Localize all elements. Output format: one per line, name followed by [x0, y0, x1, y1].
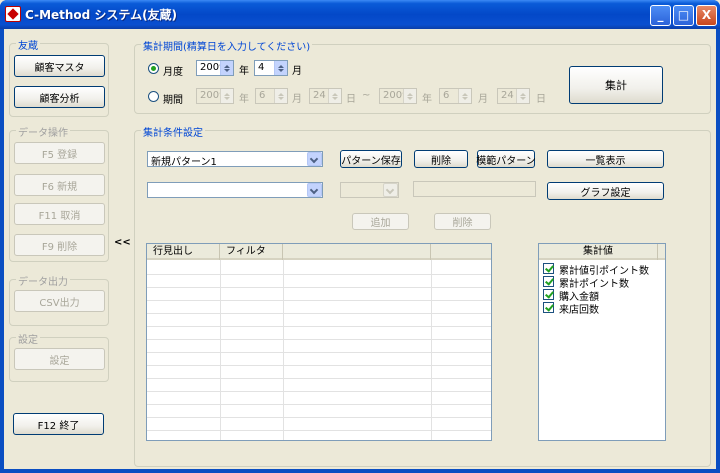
pattern-select[interactable]: 新規パターン1: [147, 151, 323, 168]
graph-settings-button[interactable]: グラフ設定: [547, 182, 664, 200]
maximize-button[interactable]: □: [673, 5, 694, 26]
window-title: C-Method システム(友蔵): [25, 8, 178, 22]
checkbox-icon[interactable]: [543, 263, 554, 274]
to-year-spinner[interactable]: 2009: [379, 88, 417, 104]
year-unit: 年: [239, 66, 249, 77]
month-mode-radio[interactable]: [148, 63, 159, 74]
register-button[interactable]: F5 登録: [14, 142, 105, 164]
title-bar[interactable]: C-Method システム(友蔵) _ □ X: [0, 0, 720, 29]
table-row[interactable]: [147, 392, 491, 405]
to-month-spinner[interactable]: 6: [439, 88, 472, 104]
table-row[interactable]: [147, 301, 491, 314]
from-month-unit: 月: [292, 94, 302, 105]
row-header-grid[interactable]: 行見出し フィルタ: [146, 243, 492, 441]
add-button[interactable]: 追加: [352, 213, 409, 230]
table-row[interactable]: [147, 288, 491, 301]
from-year-spinner[interactable]: 2009: [196, 88, 234, 104]
group-output-label: データ出力: [16, 273, 70, 288]
checkbox-icon[interactable]: [543, 276, 554, 287]
to-day-unit: 日: [536, 94, 546, 105]
customer-master-button[interactable]: 顧客マスタ: [14, 55, 105, 77]
cancel-button[interactable]: F11 取消: [14, 203, 105, 225]
conditions-label: 集計条件設定: [141, 124, 205, 139]
from-day-unit: 日: [346, 94, 356, 105]
range-mode-radio[interactable]: [148, 91, 159, 102]
table-row[interactable]: [147, 405, 491, 418]
field-select[interactable]: [147, 182, 323, 198]
table-row[interactable]: [147, 431, 491, 440]
minimize-button[interactable]: _: [650, 5, 671, 26]
customer-analysis-button[interactable]: 顧客分析: [14, 86, 105, 108]
operator-select[interactable]: [340, 182, 399, 198]
month-mode-label: 月度: [163, 67, 183, 78]
range-tilde: ~: [362, 90, 371, 101]
values-header: 集計値: [539, 244, 665, 260]
table-row[interactable]: [147, 353, 491, 366]
month-spinner[interactable]: 4: [254, 60, 288, 76]
checkbox-icon[interactable]: [543, 289, 554, 300]
table-row[interactable]: [147, 379, 491, 392]
from-year-unit: 年: [239, 94, 249, 105]
csv-output-button[interactable]: CSV出力: [14, 290, 105, 312]
aggregate-values-list[interactable]: 集計値 累計値引ポイント数 累計ポイント数 購入金額 来店回数: [538, 243, 666, 441]
grid-col-empty: [283, 244, 431, 260]
year-spinner[interactable]: 2009: [196, 60, 234, 76]
model-pattern-button[interactable]: 模範パターン: [476, 150, 536, 168]
from-day-spinner[interactable]: 24: [309, 88, 342, 104]
delete-pattern-button[interactable]: 削除: [414, 150, 468, 168]
month-unit: 月: [292, 66, 302, 77]
group-main-label: 友蔵: [16, 37, 40, 52]
from-month-spinner[interactable]: 6: [255, 88, 288, 104]
delete-condition-button[interactable]: 削除: [434, 213, 491, 230]
table-row[interactable]: [147, 327, 491, 340]
table-row[interactable]: [147, 275, 491, 288]
checkbox-icon[interactable]: [543, 302, 554, 313]
grid-col-filter[interactable]: フィルタ: [220, 244, 283, 260]
values-header-label: 集計値: [539, 244, 658, 260]
to-month-unit: 月: [478, 94, 488, 105]
app-window: C-Method システム(友蔵) _ □ X 友蔵 顧客マスタ 顧客分析 デー…: [0, 0, 720, 473]
grid-col-row-header[interactable]: 行見出し: [147, 244, 220, 260]
list-view-button[interactable]: 一覧表示: [547, 150, 664, 168]
table-row[interactable]: [147, 418, 491, 431]
range-mode-label: 期間: [163, 95, 183, 106]
close-button[interactable]: X: [696, 5, 717, 26]
delete-record-button[interactable]: F9 削除: [14, 234, 105, 256]
new-button[interactable]: F6 新規: [14, 174, 105, 196]
to-year-unit: 年: [422, 94, 432, 105]
table-row[interactable]: [147, 262, 491, 275]
table-row[interactable]: [147, 340, 491, 353]
group-data-ops-label: データ操作: [16, 124, 70, 139]
table-row[interactable]: [147, 314, 491, 327]
to-day-spinner[interactable]: 24: [497, 88, 530, 104]
client-area: 友蔵 顧客マスタ 顧客分析 データ操作 F5 登録 F6 新規 F11 取消 F…: [4, 29, 716, 469]
group-settings-label: 設定: [16, 331, 40, 346]
exit-button[interactable]: F12 終了: [13, 413, 104, 435]
table-row[interactable]: [147, 366, 491, 379]
filter-value-input[interactable]: [413, 181, 536, 197]
app-icon: [5, 6, 21, 22]
period-label: 集計期間(精算日を入力してください): [141, 38, 313, 53]
collapse-sidebar-button[interactable]: <<: [114, 237, 131, 248]
settings-button[interactable]: 設定: [14, 348, 105, 370]
grid-header: 行見出し フィルタ: [147, 244, 491, 260]
aggregate-button[interactable]: 集計: [569, 66, 663, 104]
save-pattern-button[interactable]: パターン保存: [340, 150, 402, 168]
